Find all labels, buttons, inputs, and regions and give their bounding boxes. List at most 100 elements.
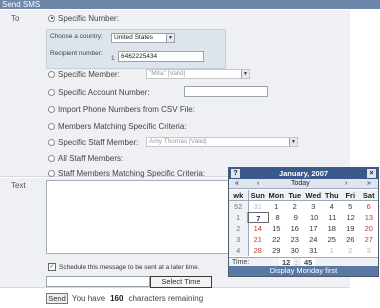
recipient-number-input[interactable]: 6462225434 bbox=[118, 51, 204, 62]
radio-all-staff[interactable] bbox=[48, 154, 55, 162]
remaining-prefix: You have bbox=[72, 294, 106, 303]
country-box: Choose a country: United States ▼ Recipi… bbox=[46, 29, 226, 69]
member-select[interactable]: "Mita" [Valid] ▼ bbox=[146, 69, 250, 79]
weekday-header: Tue bbox=[285, 190, 304, 201]
send-button[interactable]: Send bbox=[46, 293, 68, 304]
weekday-header: Wed bbox=[304, 190, 323, 201]
account-number-input[interactable] bbox=[184, 86, 268, 97]
schedule-checkbox[interactable]: ✓ bbox=[48, 263, 56, 271]
calendar-day[interactable]: 11 bbox=[323, 212, 341, 223]
radio-import-csv[interactable] bbox=[48, 105, 55, 113]
calendar-day[interactable]: 26 bbox=[341, 234, 360, 245]
message-textarea[interactable] bbox=[46, 180, 234, 254]
option-label: Members Matching Specific Criteria: bbox=[58, 121, 187, 131]
today-button[interactable]: Today bbox=[291, 179, 310, 189]
help-icon[interactable]: ? bbox=[231, 169, 240, 178]
week-number: 2 bbox=[229, 223, 249, 234]
option-import-csv[interactable]: Import Phone Numbers from CSV File: bbox=[48, 104, 195, 114]
calendar-day[interactable]: 30 bbox=[286, 245, 305, 256]
weekday-header: Sat bbox=[359, 190, 378, 201]
radio-members-criteria[interactable] bbox=[48, 122, 55, 130]
option-label: All Staff Members: bbox=[58, 153, 124, 163]
radio-account-number[interactable] bbox=[48, 88, 55, 96]
calendar-week-row: 3 21 22 23 24 25 26 27 bbox=[229, 234, 378, 245]
calendar-day[interactable]: 1 bbox=[267, 201, 286, 212]
radio-staff-criteria[interactable] bbox=[48, 169, 55, 177]
close-icon[interactable]: × bbox=[367, 169, 376, 178]
calendar-day[interactable]: 14 bbox=[249, 223, 268, 234]
calendar-nav: « ‹ Today › » bbox=[229, 179, 378, 189]
country-label: Choose a country: bbox=[50, 33, 103, 40]
calendar-day[interactable]: 22 bbox=[267, 234, 286, 245]
text-label: Text bbox=[11, 181, 26, 190]
select-time-button[interactable]: Select Time bbox=[150, 276, 212, 288]
calendar-header: ? January, 2007 × bbox=[229, 168, 378, 179]
calendar-day[interactable]: 3 bbox=[360, 245, 379, 256]
option-members-criteria[interactable]: Members Matching Specific Criteria: bbox=[48, 121, 186, 131]
schedule-option[interactable]: ✓ Schedule this message to be sent at a … bbox=[48, 263, 200, 271]
calendar-day[interactable]: 10 bbox=[305, 212, 323, 223]
calendar-day[interactable]: 7 bbox=[248, 212, 269, 223]
calendar-day[interactable]: 9 bbox=[287, 212, 305, 223]
next-month-button[interactable]: › bbox=[345, 179, 347, 189]
calendar-day[interactable]: 29 bbox=[267, 245, 286, 256]
option-all-staff[interactable]: All Staff Members: bbox=[48, 153, 123, 163]
calendar-day[interactable]: 25 bbox=[323, 234, 342, 245]
scheduled-time-input[interactable] bbox=[46, 276, 150, 287]
calendar-day[interactable]: 20 bbox=[360, 223, 379, 234]
chevron-down-icon: ▼ bbox=[241, 70, 249, 78]
to-label: To bbox=[11, 14, 20, 23]
recipient-label: Recipient number: bbox=[50, 50, 103, 57]
calendar-day[interactable]: 13 bbox=[360, 212, 378, 223]
radio-specific-number[interactable] bbox=[48, 14, 55, 22]
schedule-label: Schedule this message to be sent at a la… bbox=[59, 263, 200, 271]
prev-month-button[interactable]: ‹ bbox=[257, 179, 259, 189]
calendar-day[interactable]: 2 bbox=[341, 245, 360, 256]
option-specific-number[interactable]: Specific Number: bbox=[48, 13, 119, 23]
next-year-button[interactable]: » bbox=[367, 179, 371, 189]
calendar-day[interactable]: 19 bbox=[341, 223, 360, 234]
calendar-week-row: 4 28 29 30 31 1 2 3 bbox=[229, 245, 378, 256]
calendar-day[interactable]: 6 bbox=[360, 201, 379, 212]
calendar-day[interactable]: 18 bbox=[323, 223, 342, 234]
weekday-header: Mon bbox=[267, 190, 286, 201]
country-select[interactable]: United States ▼ bbox=[111, 33, 175, 43]
radio-staff-member[interactable] bbox=[48, 138, 55, 146]
calendar-day[interactable]: 21 bbox=[249, 234, 268, 245]
option-label: Specific Staff Member: bbox=[58, 137, 139, 147]
window-title: Send SMS bbox=[0, 0, 380, 9]
calendar-week-row: 1 7 8 9 10 11 12 13 bbox=[229, 212, 378, 223]
calendar-time: Time: 12 : 45 bbox=[229, 257, 378, 267]
calendar-day[interactable]: 31 bbox=[304, 245, 323, 256]
calendar-day[interactable]: 5 bbox=[341, 201, 360, 212]
weekday-header: Sun bbox=[248, 190, 267, 201]
week-number: 4 bbox=[229, 245, 249, 256]
calendar-day[interactable]: 15 bbox=[267, 223, 286, 234]
staff-select[interactable]: Amy Thomas [Valid] ▼ bbox=[146, 137, 298, 147]
footer: Send You have 160 characters remaining bbox=[46, 293, 203, 304]
prev-year-button[interactable]: « bbox=[235, 179, 239, 189]
calendar-day[interactable]: 16 bbox=[286, 223, 305, 234]
calendar-day[interactable]: 27 bbox=[360, 234, 379, 245]
option-staff-criteria[interactable]: Staff Members Matching Specific Criteria… bbox=[48, 168, 205, 178]
calendar-day[interactable]: 23 bbox=[286, 234, 305, 245]
option-specific-member[interactable]: Specific Member: bbox=[48, 69, 120, 79]
option-staff-member[interactable]: Specific Staff Member: bbox=[48, 137, 138, 147]
calendar-week-row: 2 14 15 16 17 18 19 20 bbox=[229, 223, 378, 234]
calendar-day[interactable]: 17 bbox=[304, 223, 323, 234]
calendar-day[interactable]: 8 bbox=[269, 212, 287, 223]
country-code-prefix: 1 bbox=[111, 55, 115, 62]
option-account-number[interactable]: Specific Account Number: bbox=[48, 87, 150, 97]
calendar-day[interactable]: 2 bbox=[286, 201, 305, 212]
chevron-down-icon: ▼ bbox=[289, 138, 297, 146]
calendar-day[interactable]: 1 bbox=[323, 245, 342, 256]
calendar-day[interactable]: 4 bbox=[323, 201, 342, 212]
calendar-day[interactable]: 12 bbox=[342, 212, 360, 223]
calendar-day[interactable]: 24 bbox=[304, 234, 323, 245]
calendar-day[interactable]: 28 bbox=[249, 245, 268, 256]
weekday-header: Fri bbox=[341, 190, 360, 201]
radio-specific-member[interactable] bbox=[48, 70, 55, 78]
calendar-day[interactable]: 31 bbox=[249, 201, 268, 212]
calendar-day[interactable]: 3 bbox=[304, 201, 323, 212]
first-day-toggle[interactable]: Display Monday first bbox=[229, 266, 378, 276]
